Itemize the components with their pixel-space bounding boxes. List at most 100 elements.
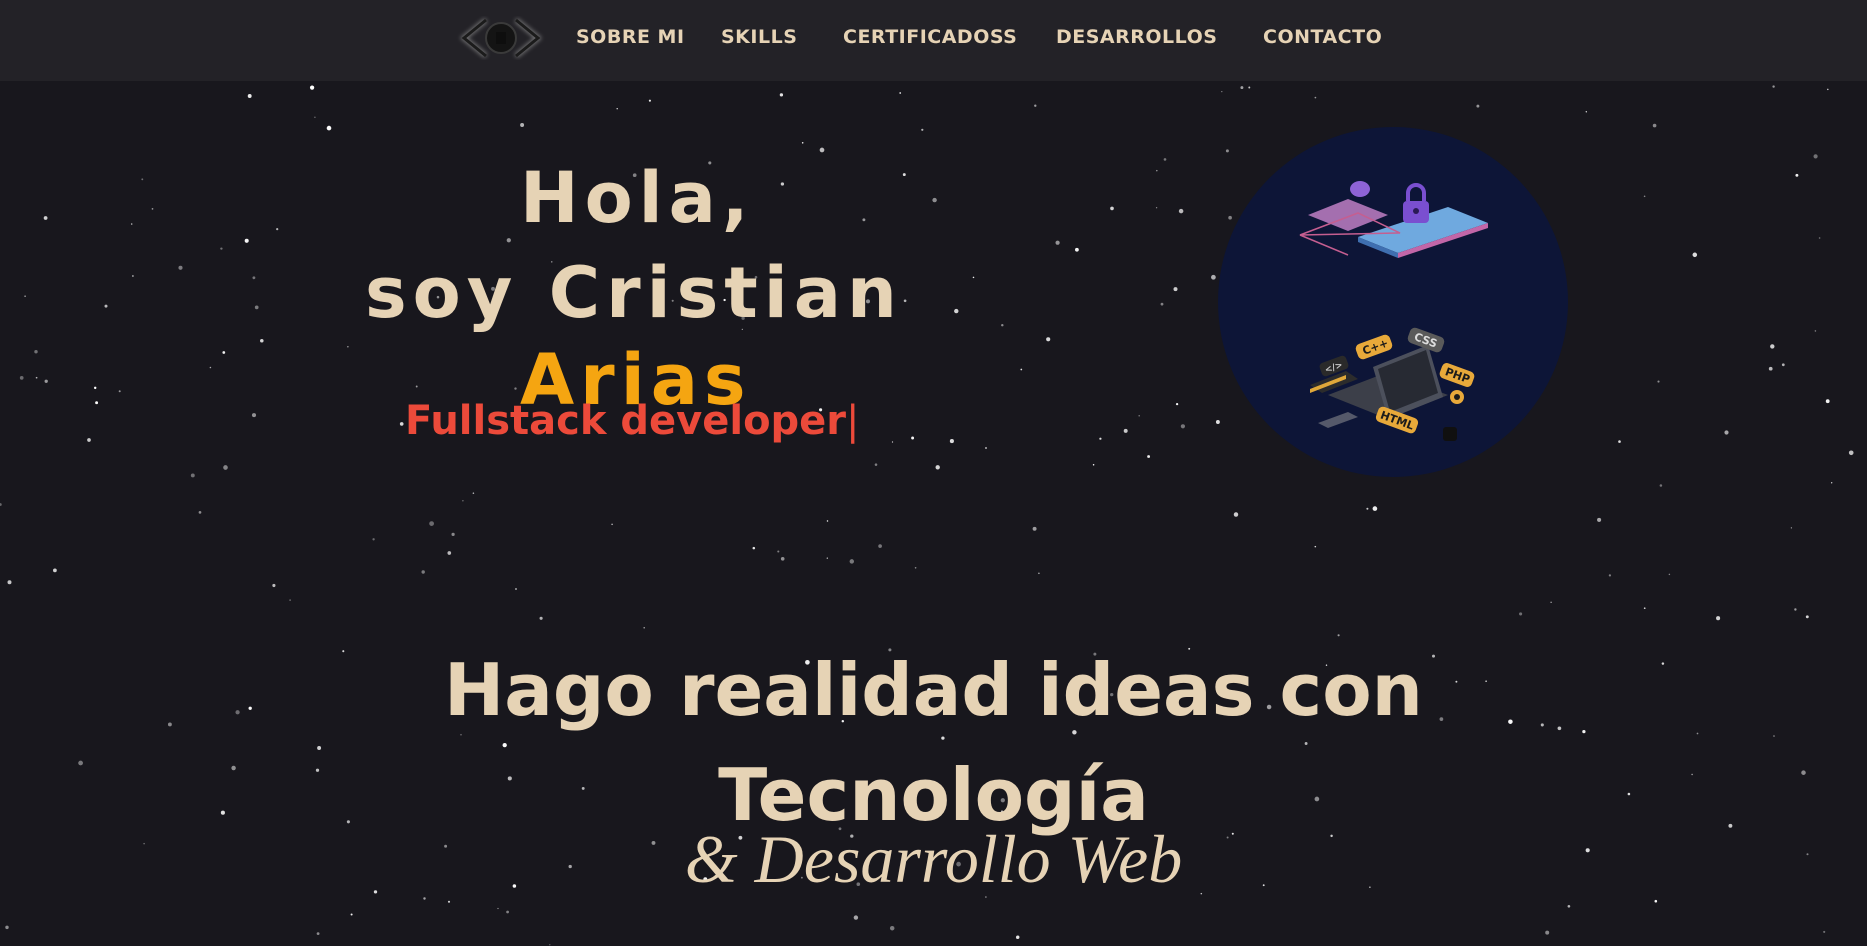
star bbox=[1211, 274, 1216, 280]
star bbox=[1805, 615, 1809, 619]
star bbox=[254, 305, 259, 310]
star bbox=[1314, 96, 1317, 99]
star bbox=[472, 492, 475, 494]
star bbox=[1770, 344, 1775, 349]
star bbox=[1790, 527, 1793, 529]
star bbox=[1567, 904, 1571, 908]
star bbox=[399, 422, 404, 426]
star bbox=[104, 304, 108, 308]
code-brackets-logo-icon[interactable] bbox=[456, 12, 546, 64]
nav-item-sobre-mi[interactable]: SOBRE MI bbox=[576, 26, 685, 48]
star bbox=[34, 349, 38, 354]
star bbox=[462, 500, 464, 502]
star bbox=[316, 932, 320, 935]
star bbox=[849, 559, 855, 564]
star bbox=[1519, 612, 1523, 616]
star bbox=[972, 276, 975, 279]
star bbox=[1825, 399, 1830, 404]
star bbox=[1233, 512, 1239, 517]
star bbox=[421, 570, 425, 574]
star bbox=[801, 142, 804, 144]
star bbox=[819, 147, 825, 153]
star bbox=[1643, 607, 1646, 610]
star bbox=[1304, 742, 1308, 745]
star bbox=[643, 627, 645, 629]
star bbox=[779, 93, 784, 97]
star bbox=[1818, 237, 1821, 239]
nav-item-contacto[interactable]: CONTACTO bbox=[1263, 26, 1382, 48]
star bbox=[1657, 380, 1660, 383]
star bbox=[1608, 574, 1612, 577]
hero-greeting: Hola, bbox=[520, 156, 755, 239]
star bbox=[314, 116, 316, 118]
star bbox=[514, 387, 517, 390]
star bbox=[932, 197, 937, 203]
star bbox=[132, 275, 134, 277]
star bbox=[24, 295, 26, 298]
star bbox=[520, 123, 525, 127]
star bbox=[429, 521, 434, 526]
star bbox=[1545, 930, 1550, 935]
star bbox=[902, 173, 906, 177]
tagline-subline: & Desarrollo Web bbox=[684, 821, 1183, 897]
star bbox=[1643, 195, 1646, 198]
star bbox=[1659, 484, 1663, 487]
star bbox=[539, 616, 543, 620]
star bbox=[506, 238, 511, 243]
star bbox=[935, 465, 940, 470]
star bbox=[118, 390, 121, 393]
star bbox=[7, 580, 12, 585]
nav-item-skills[interactable]: SKILLS bbox=[721, 26, 797, 48]
star bbox=[1038, 572, 1040, 575]
star bbox=[260, 338, 264, 343]
star bbox=[903, 299, 907, 303]
star bbox=[1147, 455, 1151, 458]
star bbox=[1813, 154, 1818, 159]
star bbox=[251, 413, 257, 418]
star bbox=[891, 441, 894, 443]
star bbox=[198, 511, 202, 514]
star bbox=[415, 385, 418, 388]
star bbox=[1724, 430, 1729, 435]
star bbox=[1314, 545, 1317, 548]
star bbox=[914, 566, 917, 569]
star bbox=[451, 532, 455, 537]
nav-item-certificados[interactable]: CERTIFICADOSS bbox=[843, 26, 1017, 48]
star bbox=[1618, 440, 1621, 443]
star bbox=[497, 907, 499, 910]
star bbox=[1175, 402, 1179, 406]
star bbox=[1015, 935, 1020, 940]
star bbox=[1110, 206, 1114, 211]
star bbox=[209, 366, 212, 369]
nav-item-desarrollos[interactable]: DESARROLLOS bbox=[1056, 26, 1217, 48]
star bbox=[1173, 287, 1178, 292]
star bbox=[95, 401, 99, 405]
star bbox=[1092, 464, 1095, 466]
star bbox=[1180, 424, 1186, 429]
star bbox=[1240, 86, 1244, 90]
tagline-line-1: Hago realidad ideas con bbox=[444, 647, 1423, 732]
star bbox=[252, 276, 256, 280]
hero-role-text: Fullstack developer bbox=[405, 398, 847, 444]
star bbox=[178, 265, 183, 270]
star bbox=[141, 178, 144, 181]
star bbox=[130, 223, 133, 225]
star bbox=[1138, 415, 1140, 417]
star bbox=[372, 538, 375, 541]
typing-cursor: | bbox=[846, 398, 860, 444]
star bbox=[777, 550, 780, 553]
star bbox=[1215, 420, 1220, 424]
star bbox=[1585, 111, 1587, 113]
star bbox=[460, 733, 462, 736]
hero-illustration: C++ CSS PHP HTML </> bbox=[1218, 127, 1568, 477]
star bbox=[954, 308, 959, 314]
star bbox=[1692, 252, 1698, 258]
star bbox=[1794, 608, 1797, 611]
star bbox=[1178, 208, 1184, 214]
star bbox=[899, 92, 902, 94]
star bbox=[0, 503, 2, 506]
star bbox=[190, 473, 195, 478]
star bbox=[1099, 437, 1102, 440]
star bbox=[1228, 215, 1232, 220]
star bbox=[1827, 88, 1829, 91]
